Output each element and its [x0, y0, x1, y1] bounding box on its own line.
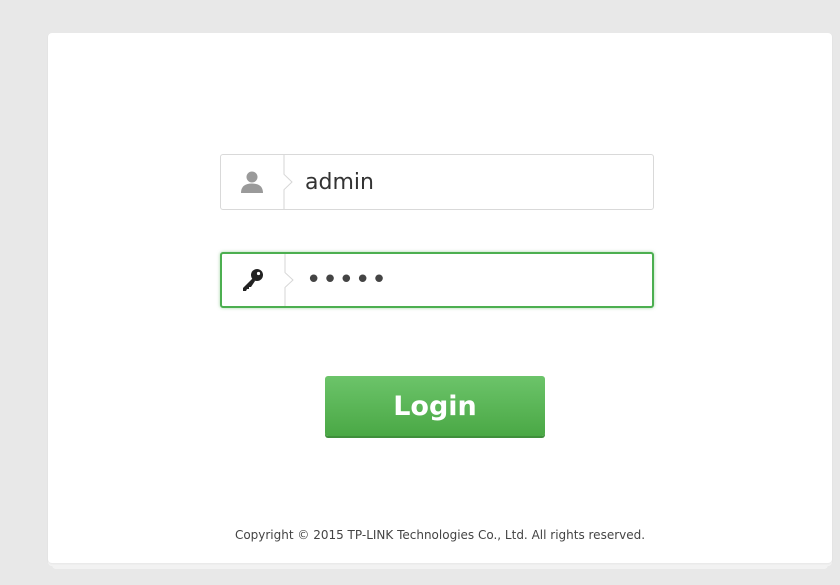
password-input[interactable] — [306, 254, 646, 306]
card-shadow — [52, 563, 828, 569]
key-icon — [222, 254, 284, 306]
login-page: Login Copyright © 2015 TP-LINK Technolog… — [0, 0, 840, 585]
username-field[interactable] — [220, 154, 654, 210]
field-divider — [284, 254, 296, 306]
password-field[interactable] — [220, 252, 654, 308]
copyright-text: Copyright © 2015 TP-LINK Technologies Co… — [234, 528, 646, 542]
username-input[interactable] — [305, 155, 645, 209]
user-icon — [221, 155, 283, 209]
field-divider — [283, 155, 295, 209]
login-button[interactable]: Login — [325, 376, 545, 436]
